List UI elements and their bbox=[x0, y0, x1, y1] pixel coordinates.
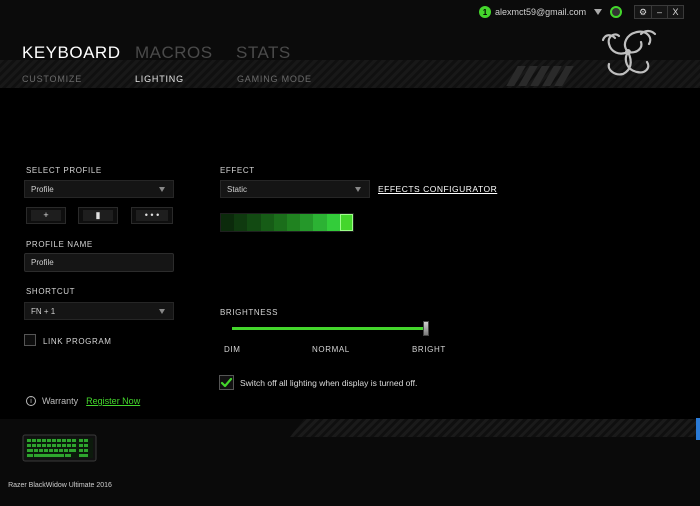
chevron-down-icon[interactable] bbox=[594, 9, 603, 15]
sub-tabs: CUSTOMIZE LIGHTING GAMING MODE bbox=[22, 74, 312, 84]
warranty-label: Warranty bbox=[42, 396, 79, 406]
color-swatch[interactable] bbox=[287, 214, 301, 231]
account-area[interactable]: 1 alexmct59@gmail.com bbox=[479, 5, 623, 19]
online-status-icon bbox=[610, 6, 623, 18]
trash-icon: ▮ bbox=[82, 210, 114, 221]
tab-gaming-mode[interactable]: GAMING MODE bbox=[237, 74, 312, 84]
color-swatch[interactable] bbox=[234, 214, 248, 231]
brightness-label: BRIGHTNESS bbox=[220, 308, 279, 317]
brightness-slider-track[interactable] bbox=[232, 327, 426, 330]
brightness-tick-normal: NORMAL bbox=[312, 345, 350, 354]
register-now-link[interactable]: Register Now bbox=[86, 396, 140, 406]
info-icon: i bbox=[26, 396, 36, 406]
color-swatch[interactable] bbox=[326, 214, 340, 231]
effect-label: EFFECT bbox=[220, 166, 255, 175]
delete-profile-button[interactable]: ▮ bbox=[78, 207, 118, 224]
profile-select-value: Profile bbox=[31, 185, 54, 194]
window-controls: ⚙ – X bbox=[634, 5, 684, 19]
account-badge: 1 bbox=[479, 6, 491, 18]
effect-select[interactable]: Static bbox=[220, 180, 370, 198]
link-program-label: LINK PROGRAM bbox=[43, 337, 112, 346]
tab-macros[interactable]: MACROS bbox=[135, 43, 236, 63]
keyboard-device-icon[interactable] bbox=[22, 431, 97, 463]
shortcut-select-value: FN + 1 bbox=[31, 307, 56, 316]
close-button[interactable]: X bbox=[667, 6, 683, 18]
checkmark-icon bbox=[220, 377, 233, 388]
warranty-row: i Warranty Register Now bbox=[26, 396, 140, 406]
shortcut-label: SHORTCUT bbox=[26, 287, 76, 296]
color-swatch[interactable] bbox=[339, 214, 354, 231]
main-tabs: KEYBOARD MACROS STATS bbox=[22, 43, 291, 63]
color-swatch[interactable] bbox=[247, 214, 261, 231]
effect-select-value: Static bbox=[227, 185, 248, 194]
chevron-down-icon bbox=[159, 187, 165, 192]
brightness-slider-handle[interactable] bbox=[423, 321, 429, 336]
device-scroll-handle[interactable] bbox=[696, 418, 700, 440]
color-swatch[interactable] bbox=[221, 214, 235, 231]
shortcut-select[interactable]: FN + 1 bbox=[24, 302, 174, 320]
razer-logo-icon bbox=[601, 29, 657, 76]
tab-lighting[interactable]: LIGHTING bbox=[135, 74, 237, 84]
more-options-button[interactable]: • • • bbox=[131, 207, 173, 224]
footer-slant bbox=[290, 419, 304, 437]
settings-button[interactable]: ⚙ bbox=[635, 6, 651, 18]
footer-texture bbox=[290, 419, 700, 437]
device-bar bbox=[0, 419, 700, 506]
color-swatch-bar bbox=[220, 213, 354, 232]
link-program-checkbox[interactable] bbox=[24, 334, 36, 346]
more-icon: • • • bbox=[136, 210, 168, 221]
chevron-down-icon bbox=[159, 309, 165, 314]
select-profile-label: SELECT PROFILE bbox=[26, 166, 102, 175]
tab-stats[interactable]: STATS bbox=[236, 43, 291, 63]
chevron-down-icon bbox=[355, 187, 361, 192]
tab-keyboard[interactable]: KEYBOARD bbox=[22, 43, 135, 63]
device-name-label: Razer BlackWidow Ultimate 2016 bbox=[8, 482, 112, 489]
color-swatch[interactable] bbox=[273, 214, 288, 231]
brightness-tick-bright: BRIGHT bbox=[412, 345, 446, 354]
effects-configurator-link[interactable]: EFFECTS CONFIGURATOR bbox=[378, 184, 497, 194]
color-swatch[interactable] bbox=[260, 214, 274, 231]
color-swatch[interactable] bbox=[313, 214, 327, 231]
tab-customize[interactable]: CUSTOMIZE bbox=[22, 74, 135, 84]
profile-select[interactable]: Profile bbox=[24, 180, 174, 198]
minimize-button[interactable]: – bbox=[651, 6, 667, 18]
profile-name-label: PROFILE NAME bbox=[26, 240, 93, 249]
display-off-checkbox[interactable] bbox=[219, 375, 234, 390]
add-profile-button[interactable]: + bbox=[26, 207, 66, 224]
brightness-tick-dim: DIM bbox=[224, 345, 241, 354]
account-email[interactable]: alexmct59@gmail.com bbox=[495, 7, 586, 17]
color-swatch[interactable] bbox=[300, 214, 314, 231]
profile-name-input[interactable]: Profile bbox=[24, 253, 174, 272]
plus-icon: + bbox=[30, 210, 62, 221]
display-off-label: Switch off all lighting when display is … bbox=[240, 378, 418, 388]
